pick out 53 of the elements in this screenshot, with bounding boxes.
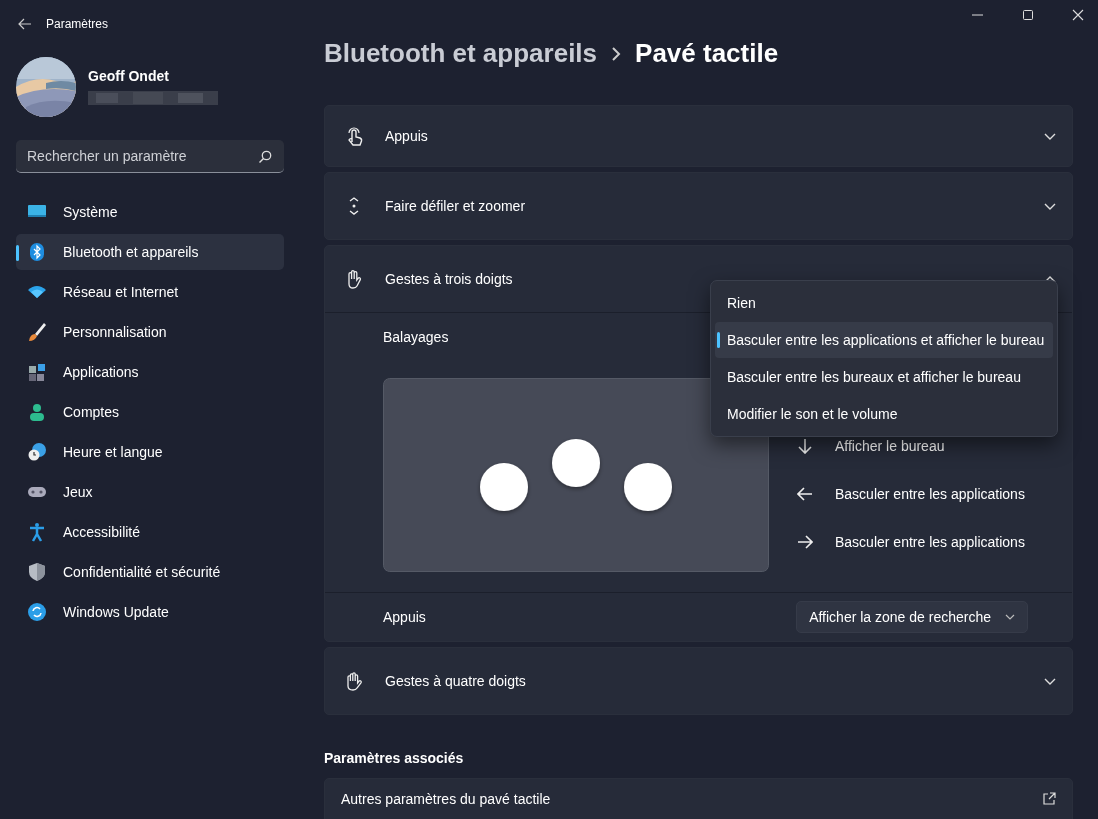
chevron-down-icon [1005,614,1015,620]
sidebar-item[interactable]: Bluetooth et appareils [16,234,284,270]
link-title: Autres paramètres du pavé tactile [341,791,551,807]
menu-option[interactable]: Basculer entre les applications et afficher le bureau [715,322,1053,358]
bluetooth-icon [27,242,47,262]
page-title: Pavé tactile [635,38,779,69]
section-title: Appuis [385,128,429,144]
back-arrow-icon[interactable] [18,18,32,30]
window-title: Paramètres [46,17,109,31]
sidebar-item[interactable]: Système [16,194,284,230]
arrow-left-icon [797,486,813,502]
chevron-down-icon[interactable] [1044,132,1056,140]
sidebar-item[interactable]: Jeux [16,474,284,510]
person-icon [27,402,47,422]
section-title: Faire défiler et zoomer [385,198,527,214]
clock-globe-icon [27,442,47,462]
menu-option[interactable]: Rien [715,285,1053,321]
menu-option[interactable]: Basculer entre les bureaux et afficher le bureau [715,359,1053,395]
arrow-down-icon [797,438,813,454]
sidebar-item[interactable]: Réseau et Internet [16,274,284,310]
dropdown[interactable]: Afficher la zone de recherche [796,601,1028,633]
update-icon [27,602,47,622]
apps-icon [27,362,47,382]
section-heading: Paramètres associés [324,750,465,766]
sidebar-item[interactable]: Accessibilité [16,514,284,550]
action-label: Basculer entre les applications [835,534,1025,550]
related-link[interactable]: Autres paramètres du pavé tactile [324,778,1073,819]
accessibility-icon [27,522,47,542]
breadcrumb-link[interactable]: Bluetooth et appareils [324,38,598,69]
search-icon [258,150,272,164]
chevron-down-icon[interactable] [1044,677,1056,685]
user-name: Geoff Ondet [88,67,170,84]
external-link-icon [1042,792,1056,806]
chevron-down-icon[interactable] [1044,202,1056,210]
shield-icon [27,562,47,582]
setting-label: Appuis [383,609,426,625]
sidebar-item[interactable]: Comptes [16,394,284,430]
section-title: Gestes à quatre doigts [385,673,527,689]
sidebar-item[interactable]: Applications [16,354,284,390]
section-title: Gestes à trois doigts [385,271,514,287]
paintbrush-icon [27,322,47,342]
sidebar-item[interactable]: Windows Update [16,594,284,630]
sidebar-item[interactable]: Personnalisation [16,314,284,350]
menu-option[interactable]: Modifier le son et le volume [715,396,1053,432]
search-field[interactable]: Rechercher un paramètre [16,140,284,173]
action-label: Afficher le bureau [835,438,945,454]
hand-icon [344,671,364,691]
chevron-right-icon [611,46,622,61]
sidebar-item[interactable]: Heure et langue [16,434,284,470]
arrow-right-icon [797,534,813,550]
sidebar-item[interactable]: Confidentialité et sécurité [16,554,284,590]
setting-label: Balayages [383,329,449,345]
action-label: Basculer entre les applications [835,486,1025,502]
